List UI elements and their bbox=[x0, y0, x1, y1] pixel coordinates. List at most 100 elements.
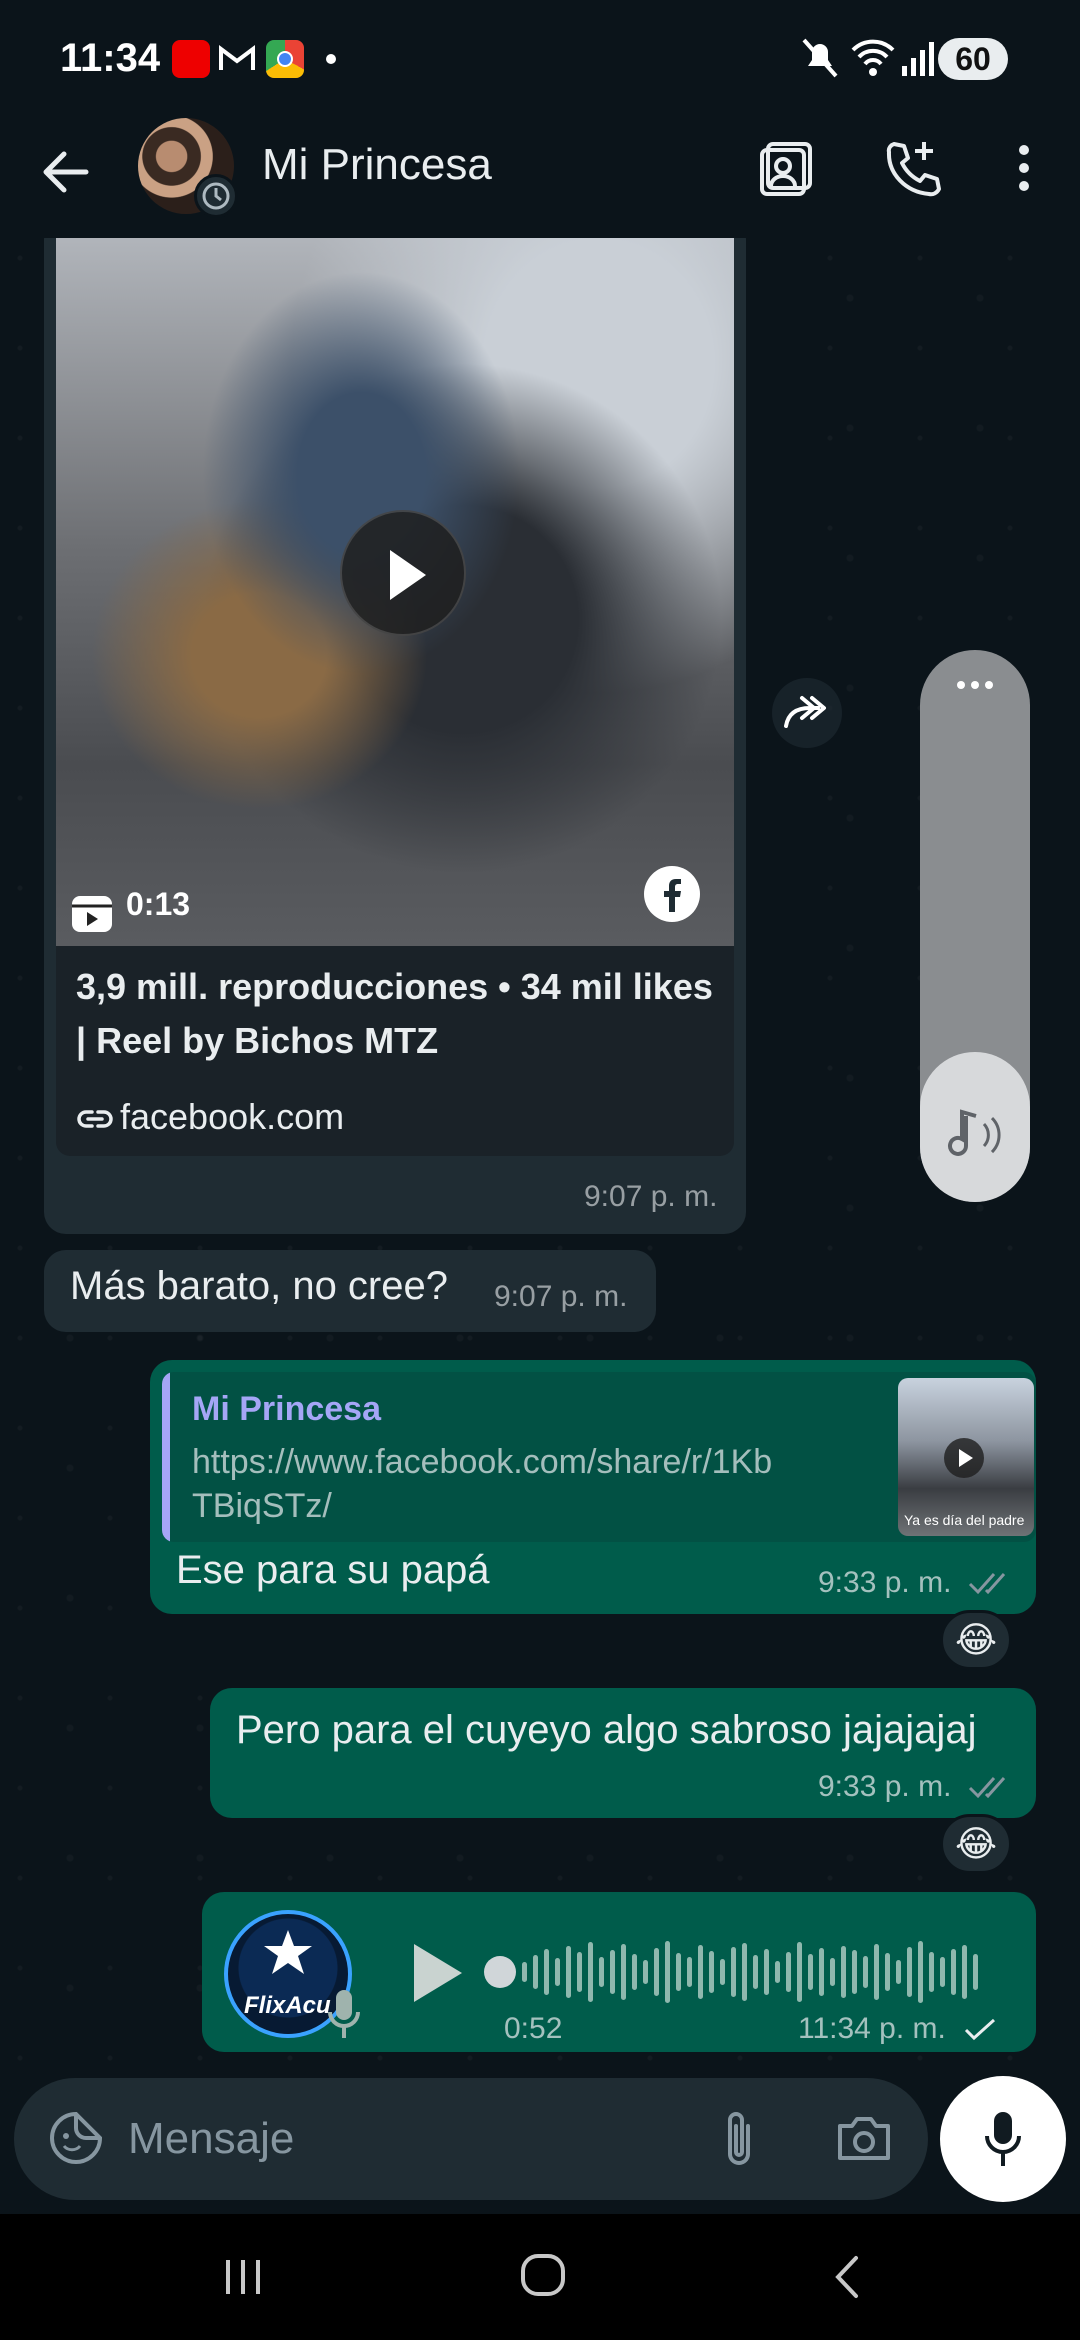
thumbnail-caption: Ya es día del padre bbox=[904, 1512, 1025, 1528]
waveform-bar bbox=[555, 1958, 560, 1986]
waveform-bar bbox=[577, 1952, 582, 1992]
facebook-icon bbox=[644, 866, 700, 922]
adobe-acrobat-icon bbox=[172, 40, 210, 78]
contact-card-icon[interactable] bbox=[754, 136, 818, 200]
thumb-play-icon bbox=[944, 1438, 984, 1478]
chrome-icon bbox=[266, 40, 304, 78]
play-button[interactable] bbox=[340, 510, 466, 636]
notification-dot bbox=[326, 54, 336, 64]
chat-header: Mi Princesa bbox=[0, 118, 1080, 238]
link-preview[interactable]: 3,9 mill. reproducciones • 34 mil likes … bbox=[56, 946, 734, 1156]
link-icon bbox=[77, 1110, 113, 1128]
voice-duration: 0:52 bbox=[504, 2012, 563, 2045]
sent-tick-icon bbox=[964, 2018, 996, 2041]
message-text: Más barato, no cree? bbox=[70, 1264, 448, 1308]
signal-icon bbox=[902, 42, 934, 76]
waveform-bar bbox=[643, 1960, 648, 1984]
message-text: Pero para el cuyeyo algo sabroso jajajaj… bbox=[236, 1708, 977, 1752]
waveform-bar bbox=[621, 1944, 626, 2000]
add-call-icon[interactable] bbox=[880, 136, 944, 200]
voice-seek-handle[interactable] bbox=[484, 1956, 516, 1988]
waveform-bar bbox=[698, 1945, 703, 1999]
voice-play-icon[interactable] bbox=[408, 1940, 466, 2006]
media-volume-icon bbox=[948, 1109, 1001, 1156]
wifi-icon bbox=[851, 39, 895, 76]
chat-area[interactable]: 0:13 3,9 mill. reproducciones • 34 mil l… bbox=[0, 238, 1080, 2210]
reel-icon bbox=[72, 896, 112, 932]
volume-slider[interactable] bbox=[920, 650, 1030, 1202]
quote-accent-bar bbox=[162, 1372, 170, 1542]
battery-indicator: 60 bbox=[938, 38, 1008, 80]
forward-button[interactable] bbox=[772, 678, 842, 748]
status-time: 11:34 bbox=[60, 36, 161, 80]
waveform-bar bbox=[632, 1954, 637, 1990]
voice-note-message[interactable]: FlixAcu 0:52 11:34 p. m. bbox=[202, 1892, 1036, 2052]
waveform-bar bbox=[742, 1943, 747, 2001]
home-icon[interactable] bbox=[518, 2250, 568, 2300]
more-vert-icon[interactable] bbox=[992, 136, 1056, 200]
reel-duration: 0:13 bbox=[126, 886, 191, 922]
read-ticks-icon bbox=[968, 1777, 1006, 1799]
waveform-bar bbox=[687, 1957, 692, 1987]
waveform-bar bbox=[610, 1950, 615, 1994]
waveform-bar bbox=[676, 1953, 681, 1991]
waveform-bar bbox=[852, 1950, 857, 1994]
message-time: 11:34 p. m. bbox=[798, 2012, 946, 2045]
waveform-bar bbox=[566, 1946, 571, 1998]
waveform-bar bbox=[973, 1954, 978, 1990]
contact-name[interactable]: Mi Princesa bbox=[262, 140, 492, 190]
mute-icon bbox=[802, 38, 838, 78]
waveform-bar bbox=[951, 1949, 956, 1995]
link-domain[interactable]: facebook.com bbox=[120, 1096, 344, 1138]
recent-apps-icon[interactable] bbox=[218, 2252, 268, 2302]
quoted-url: https://www.facebook.com/share/r/1KbTBiq… bbox=[192, 1443, 773, 1525]
attach-icon[interactable] bbox=[714, 2106, 764, 2172]
waveform-bar bbox=[533, 1955, 538, 1989]
voice-record-button[interactable] bbox=[940, 2076, 1066, 2202]
waveform-bar bbox=[709, 1951, 714, 1993]
volume-level[interactable] bbox=[920, 1052, 1030, 1202]
waveform-bar bbox=[599, 1957, 604, 1987]
volume-more-icon[interactable] bbox=[950, 670, 1000, 700]
incoming-message[interactable]: Más barato, no cree? 9:07 p. m. bbox=[44, 1250, 656, 1332]
gmail-icon bbox=[218, 40, 256, 78]
waveform-bar bbox=[940, 1957, 945, 1987]
waveform-bar bbox=[731, 1947, 736, 1997]
system-nav-bar bbox=[0, 2214, 1080, 2340]
reaction-badge[interactable]: 😂 bbox=[940, 1814, 1012, 1874]
waveform-bar bbox=[819, 1948, 824, 1996]
message-time: 9:33 p. m. bbox=[818, 1566, 952, 1599]
shared-reel-message[interactable]: 0:13 3,9 mill. reproducciones • 34 mil l… bbox=[44, 238, 746, 1234]
waveform-bar bbox=[907, 1947, 912, 1997]
waveform-bar bbox=[522, 1962, 527, 1982]
message-input[interactable] bbox=[128, 2104, 688, 2174]
camera-icon[interactable] bbox=[834, 2108, 894, 2168]
read-ticks-icon bbox=[968, 1573, 1006, 1595]
waveform-bar bbox=[764, 1949, 769, 1995]
voice-avatar-label: FlixAcu bbox=[244, 1992, 331, 2019]
back-arrow-icon[interactable] bbox=[36, 142, 96, 202]
waveform-bar bbox=[896, 1960, 901, 1984]
outgoing-reply-message[interactable]: Mi Princesa https://www.facebook.com/sha… bbox=[150, 1360, 1036, 1614]
status-timer-icon bbox=[194, 174, 238, 218]
outgoing-message[interactable]: Pero para el cuyeyo algo sabroso jajajaj… bbox=[210, 1688, 1036, 1818]
mic-icon bbox=[985, 2112, 1021, 2166]
sticker-icon[interactable] bbox=[46, 2108, 106, 2168]
reaction-badge[interactable]: 😂 bbox=[940, 1610, 1012, 1670]
waveform-bar bbox=[885, 1953, 890, 1991]
waveform-bar bbox=[720, 1959, 725, 1985]
waveform-bar bbox=[654, 1948, 659, 1996]
waveform-bar bbox=[830, 1958, 835, 1986]
quoted-message[interactable]: Mi Princesa https://www.facebook.com/sha… bbox=[162, 1372, 1036, 1542]
quoted-sender: Mi Princesa bbox=[192, 1390, 381, 1428]
waveform-bar bbox=[544, 1949, 549, 1995]
waveform-bar bbox=[753, 1955, 758, 1989]
waveform-bar bbox=[588, 1942, 593, 2002]
quoted-thumbnail: Ya es día del padre bbox=[898, 1378, 1034, 1536]
waveform-bar bbox=[863, 1956, 868, 1988]
status-bar: 11:34 60 bbox=[0, 0, 1080, 118]
waveform-bar bbox=[962, 1945, 967, 1999]
waveform-bar bbox=[665, 1941, 670, 2003]
back-nav-icon[interactable] bbox=[824, 2252, 874, 2302]
waveform-bar bbox=[808, 1954, 813, 1990]
